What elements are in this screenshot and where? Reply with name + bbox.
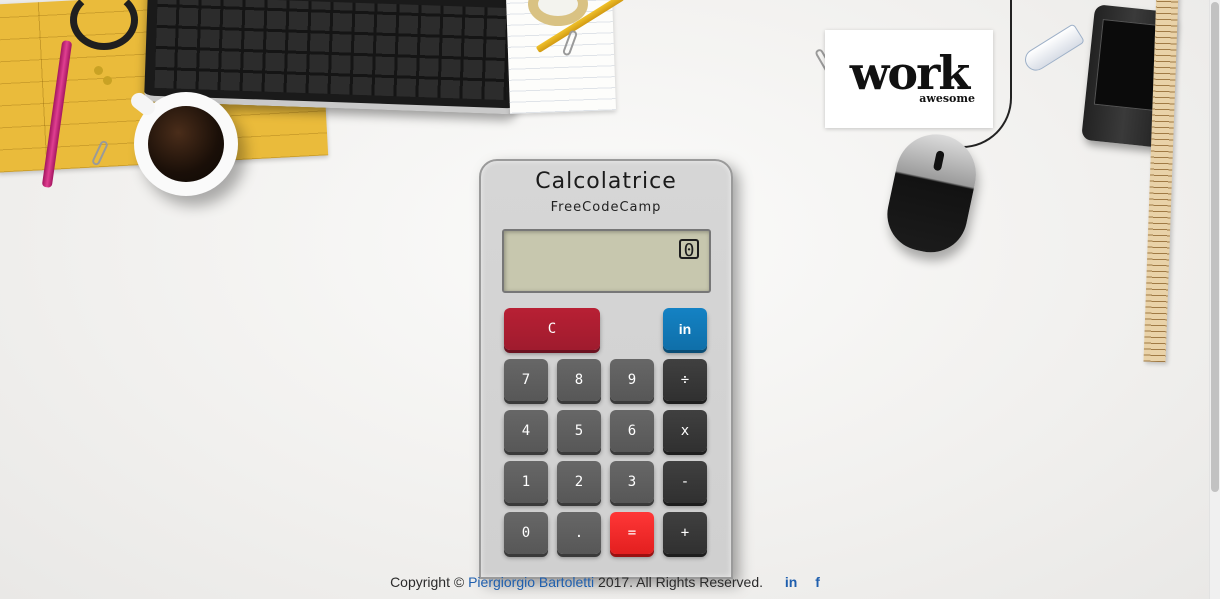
coffee-cup-image bbox=[134, 92, 238, 196]
key-1-button[interactable]: 1 bbox=[504, 461, 548, 503]
key-4-button[interactable]: 4 bbox=[504, 410, 548, 452]
usb-stick-image bbox=[1020, 23, 1086, 75]
footer: Copyright © Piergiorgio Bartoletti 2017.… bbox=[0, 574, 1210, 594]
display-value: 0 bbox=[679, 239, 699, 261]
scrollbar-thumb[interactable] bbox=[1211, 2, 1219, 492]
multiply-button[interactable]: x bbox=[663, 410, 707, 452]
pushpin-icon bbox=[94, 66, 103, 75]
facebook-icon[interactable]: f bbox=[815, 574, 820, 590]
key-7-button[interactable]: 7 bbox=[504, 359, 548, 401]
copyright-prefix: Copyright © bbox=[390, 574, 465, 590]
calculator-subtitle: FreeCodeCamp bbox=[550, 200, 662, 215]
linkedin-button[interactable]: in bbox=[663, 308, 707, 350]
key-8-button[interactable]: 8 bbox=[557, 359, 601, 401]
subtract-button[interactable]: - bbox=[663, 461, 707, 503]
equals-button[interactable]: = bbox=[610, 512, 654, 554]
key-9-button[interactable]: 9 bbox=[610, 359, 654, 401]
decimal-button[interactable]: . bbox=[557, 512, 601, 554]
key-5-button[interactable]: 5 bbox=[557, 410, 601, 452]
author-link[interactable]: Piergiorgio Bartoletti bbox=[468, 574, 594, 590]
work-card-subword: awesome bbox=[919, 92, 975, 106]
key-6-button[interactable]: 6 bbox=[610, 410, 654, 452]
calculator-display: 0 bbox=[502, 229, 711, 293]
key-0-button[interactable]: 0 bbox=[504, 512, 548, 554]
linkedin-icon[interactable]: in bbox=[785, 574, 797, 590]
clear-button[interactable]: C bbox=[504, 308, 600, 350]
work-card-word: work bbox=[849, 45, 970, 100]
work-awesome-card: work awesome bbox=[825, 30, 993, 128]
key-3-button[interactable]: 3 bbox=[610, 461, 654, 503]
copyright-suffix: 2017. All Rights Reserved. bbox=[598, 574, 764, 590]
calculator: Calcolatrice FreeCodeCamp 0 C in 7 8 9 ÷… bbox=[479, 159, 733, 579]
divide-button[interactable]: ÷ bbox=[663, 359, 707, 401]
pushpin-icon bbox=[103, 76, 112, 85]
calculator-title: Calcolatrice bbox=[535, 169, 677, 194]
vertical-scrollbar[interactable] bbox=[1209, 0, 1220, 599]
add-button[interactable]: + bbox=[663, 512, 707, 554]
key-2-button[interactable]: 2 bbox=[557, 461, 601, 503]
